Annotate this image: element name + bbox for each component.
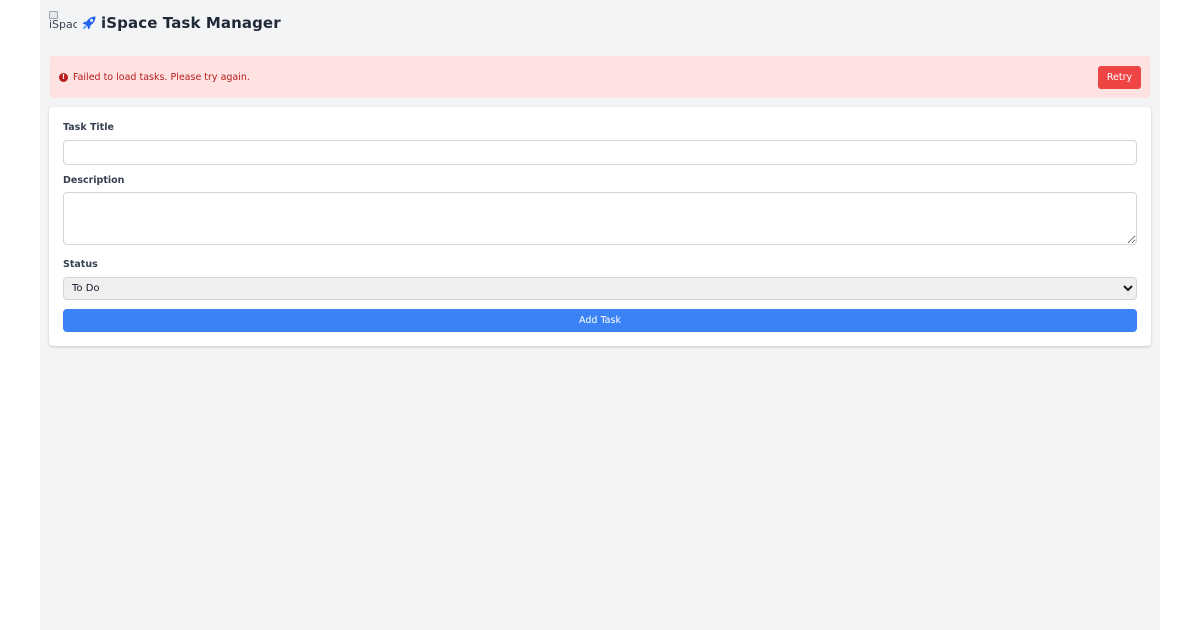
task-title-label: Task Title (63, 122, 114, 133)
task-title-input[interactable] (63, 140, 1137, 165)
error-alert: ! Failed to load tasks. Please try again… (50, 56, 1150, 98)
description-textarea[interactable] (63, 192, 1137, 245)
page-title: iSpace Task Manager (101, 14, 281, 32)
exclamation-circle-icon: ! (59, 72, 68, 82)
add-task-button[interactable]: Add Task (63, 309, 1137, 332)
rocket-icon (82, 16, 96, 30)
error-message: Failed to load tasks. Please try again. (73, 71, 250, 83)
app-container: iSpace iSpace Task Manager ! Failed to l… (40, 0, 1160, 630)
retry-button[interactable]: Retry (1098, 65, 1141, 89)
status-select[interactable]: To Do (63, 277, 1137, 300)
task-form-card: Task Title Description Status To Do Add … (49, 107, 1151, 346)
status-label: Status (63, 259, 98, 270)
logo-image: iSpace (49, 11, 77, 35)
logo-alt-text: iSpace (49, 18, 77, 31)
app-header: iSpace iSpace Task Manager (49, 11, 281, 35)
description-label: Description (63, 175, 125, 186)
